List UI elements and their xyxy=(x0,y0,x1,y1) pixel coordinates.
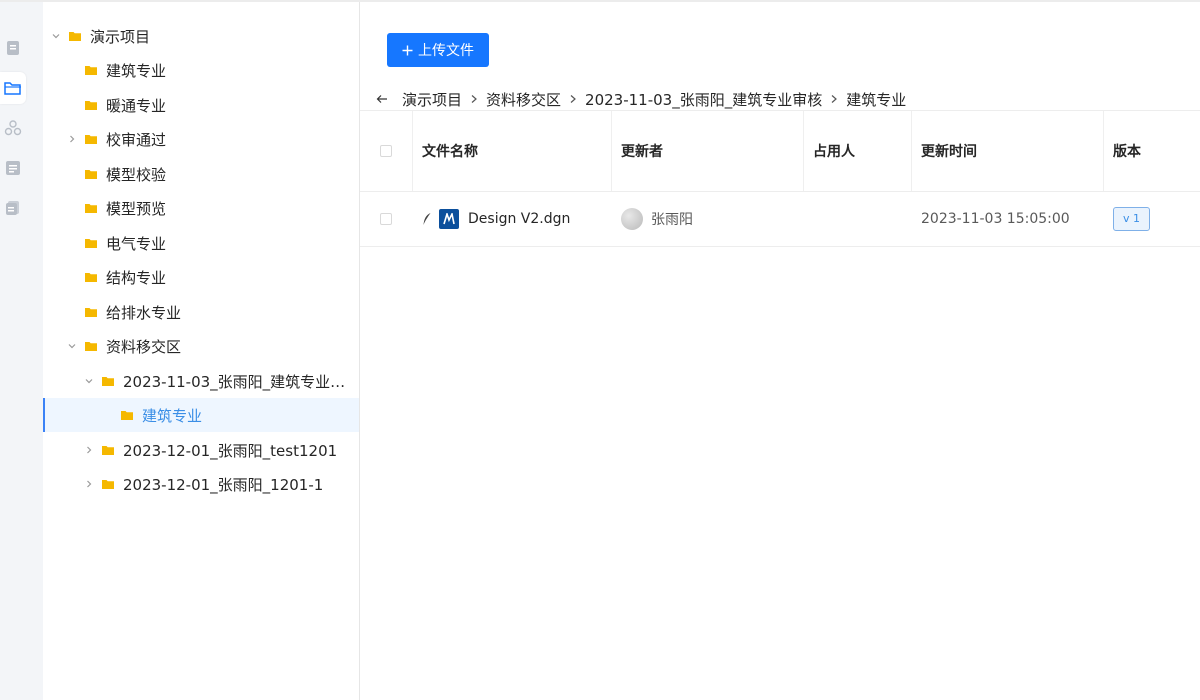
tree-node-label: 2023-12-01_张雨阳_1201-1 xyxy=(123,475,324,494)
column-header-file-name[interactable]: 文件名称 xyxy=(412,111,611,191)
tree-node-batch-1201[interactable]: 2023-12-01_张雨阳_test1201 xyxy=(43,433,359,467)
document-icon xyxy=(7,41,19,55)
breadcrumb-item-project[interactable]: 演示项目 xyxy=(402,89,462,110)
hierarchy-icon xyxy=(4,120,22,136)
breadcrumb-item-current: 建筑专业 xyxy=(846,90,907,109)
folder-icon xyxy=(85,101,97,110)
table-header: 文件名称 更新者 占用人 更新时间 版本 xyxy=(360,110,1200,192)
row-select-cell xyxy=(360,192,412,246)
tree-node-batch-1201-1[interactable]: 2023-12-01_张雨阳_1201-1 xyxy=(43,467,359,501)
column-header-occupant[interactable]: 占用人 xyxy=(803,111,911,191)
select-all-checkbox[interactable] xyxy=(380,145,392,157)
table-row[interactable]: Design V2.dgn 张雨阳 2023-11-03 15:05:00 v … xyxy=(360,192,1200,247)
back-arrow-icon[interactable] xyxy=(376,94,388,104)
chevron-right-icon[interactable] xyxy=(84,445,94,455)
tree-node-review-passed[interactable]: 校审通过 xyxy=(43,122,359,156)
folder-icon xyxy=(85,239,97,248)
chevron-down-icon[interactable] xyxy=(67,341,77,351)
chevron-right-icon xyxy=(569,94,577,104)
folder-icon xyxy=(85,308,97,317)
chevron-right-icon[interactable] xyxy=(67,134,77,144)
tree-node-architecture-selected[interactable]: 建筑专业 xyxy=(43,398,359,432)
column-header-updated-at[interactable]: 更新时间 xyxy=(911,111,1103,191)
tree-node-label: 给排水专业 xyxy=(106,303,182,322)
plus-icon xyxy=(402,45,413,55)
chevron-down-icon[interactable] xyxy=(51,31,61,41)
quill-icon xyxy=(423,213,431,225)
rail-files[interactable] xyxy=(0,72,26,104)
chevron-down-icon[interactable] xyxy=(84,376,94,386)
updater-name: 张雨阳 xyxy=(651,212,693,228)
tree-node-hvac[interactable]: 暖通专业 xyxy=(43,88,359,122)
updater-cell: 张雨阳 xyxy=(611,192,803,246)
microstation-file-icon xyxy=(439,209,459,229)
tree-node-label: 建筑专业 xyxy=(142,406,203,425)
file-name-cell: Design V2.dgn xyxy=(412,192,611,246)
tree-node-label: 结构专业 xyxy=(106,268,167,287)
chevron-right-icon xyxy=(470,94,478,104)
tree-node-label: 电气专业 xyxy=(106,234,167,253)
folder-icon xyxy=(102,480,114,489)
version-cell: v 1 xyxy=(1103,192,1200,246)
tree-node-model-check[interactable]: 模型校验 xyxy=(43,157,359,191)
folder-icon xyxy=(102,377,114,386)
tree-node-handover[interactable]: 资料移交区 xyxy=(43,329,359,363)
column-header-version[interactable]: 版本 xyxy=(1103,111,1200,191)
tree-node-project-root[interactable]: 演示项目 xyxy=(43,19,359,53)
folder-icon xyxy=(85,66,97,75)
updated-at-cell: 2023-11-03 15:05:00 xyxy=(921,211,1070,227)
tree-node-architecture[interactable]: 建筑专业 xyxy=(43,53,359,87)
tree-node-label: 校审通过 xyxy=(106,130,167,149)
rail-list-doc[interactable] xyxy=(0,152,26,184)
folder-icon xyxy=(69,32,81,41)
folder-icon xyxy=(85,170,97,179)
tree-node-label: 建筑专业 xyxy=(106,61,167,80)
folder-icon xyxy=(102,446,114,455)
main-content: 上传文件 演示项目 资料移交区 2023-11-03_张雨阳_建筑专业审核 建筑… xyxy=(360,2,1200,700)
avatar xyxy=(621,208,643,230)
tree-node-review-batch-1103[interactable]: 2023-11-03_张雨阳_建筑专业审... xyxy=(43,364,359,398)
tree-node-label: 模型预览 xyxy=(106,199,167,218)
folder-tree: 演示项目 建筑专业 暖通专业 校审通过 模型校验 模型预览 电气专业 结构专业 … xyxy=(43,2,360,700)
upload-file-label: 上传文件 xyxy=(418,43,474,59)
folder-icon xyxy=(85,204,97,213)
tree-node-structural[interactable]: 结构专业 xyxy=(43,260,359,294)
breadcrumb-item-review-batch[interactable]: 2023-11-03_张雨阳_建筑专业审核 xyxy=(585,89,822,110)
folder-icon xyxy=(85,273,97,282)
rail-document[interactable] xyxy=(0,32,26,64)
folder-icon xyxy=(85,342,97,351)
chevron-right-icon[interactable] xyxy=(84,479,94,489)
rail-stacked-doc[interactable] xyxy=(0,192,26,224)
tree-node-label: 模型校验 xyxy=(106,165,167,184)
tree-node-plumbing[interactable]: 给排水专业 xyxy=(43,295,359,329)
tree-node-label: 2023-11-03_张雨阳_建筑专业审... xyxy=(122,372,359,391)
tree-node-electrical[interactable]: 电气专业 xyxy=(43,226,359,260)
file-name-link[interactable]: Design V2.dgn xyxy=(468,211,570,227)
icon-rail xyxy=(0,2,44,700)
tree-node-label: 资料移交区 xyxy=(106,337,182,356)
tree-node-label: 2023-12-01_张雨阳_test1201 xyxy=(123,441,338,460)
folder-icon xyxy=(121,411,133,420)
file-table: 文件名称 更新者 占用人 更新时间 版本 Design V2.dgn 张雨阳 2… xyxy=(360,110,1200,247)
upload-file-button[interactable]: 上传文件 xyxy=(387,33,489,67)
rail-hierarchy[interactable] xyxy=(0,112,26,144)
list-doc-icon xyxy=(6,161,20,175)
breadcrumb-item-handover[interactable]: 资料移交区 xyxy=(486,89,561,110)
stacked-doc-icon xyxy=(6,201,19,215)
select-all-cell xyxy=(360,111,412,191)
row-checkbox[interactable] xyxy=(380,213,392,225)
chevron-right-icon xyxy=(830,94,838,104)
breadcrumb: 演示项目 资料移交区 2023-11-03_张雨阳_建筑专业审核 建筑专业 xyxy=(376,88,906,110)
tree-node-model-preview[interactable]: 模型预览 xyxy=(43,191,359,225)
tree-node-label: 暖通专业 xyxy=(106,96,167,115)
folder-icon xyxy=(85,135,97,144)
occupant-cell xyxy=(803,192,911,246)
folder-open-icon xyxy=(4,82,21,95)
tree-node-label: 演示项目 xyxy=(90,27,151,46)
version-badge[interactable]: v 1 xyxy=(1113,207,1151,231)
column-header-updater[interactable]: 更新者 xyxy=(611,111,803,191)
